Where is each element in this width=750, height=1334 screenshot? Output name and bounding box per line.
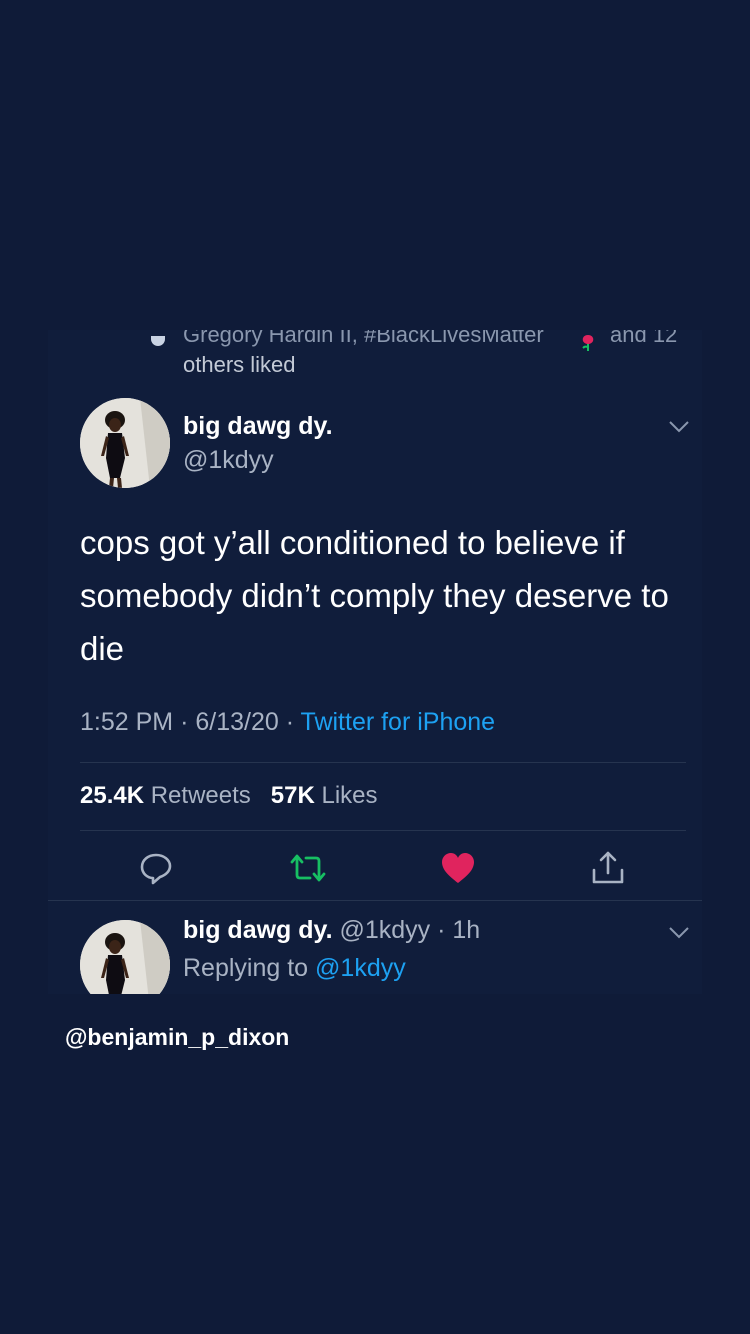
reply-icon[interactable] <box>136 848 176 888</box>
replying-to-handle[interactable]: @1kdyy <box>315 954 406 982</box>
liked-by-text: others liked <box>183 352 296 377</box>
retweets-label: Retweets <box>150 782 251 809</box>
reply-author-handle[interactable]: @1kdyy <box>340 916 431 944</box>
social-context[interactable]: Gregory Hardin II, #BlackLivesMatter and… <box>48 330 702 382</box>
reply-author-avatar[interactable] <box>80 920 170 994</box>
divider <box>80 762 686 763</box>
chevron-down-icon[interactable] <box>668 926 690 940</box>
author-handle[interactable]: @1kdyy <box>183 446 274 475</box>
retweets-count: 25.4K <box>80 782 145 809</box>
likes-count: 57K <box>270 782 315 809</box>
liked-by-cut-line: Gregory Hardin II, #BlackLivesMatter <box>183 330 544 347</box>
tweet-time: 1:52 PM <box>80 708 174 736</box>
tweet-stats: 25.4K Retweets 57K Likes <box>80 782 378 810</box>
reply-header: big dawg dy. @1kdyy · 1h <box>183 916 480 945</box>
share-icon[interactable] <box>588 848 628 888</box>
divider <box>80 830 686 831</box>
meta-dot: · <box>180 708 196 736</box>
meta-dot: · <box>430 916 453 944</box>
heart-icon[interactable] <box>438 848 478 888</box>
watermark-username: @benjamin_p_dixon <box>65 1024 290 1050</box>
author-name[interactable]: big dawg dy. <box>183 412 333 441</box>
likes-label: Likes <box>321 782 378 809</box>
tweet-date: 6/13/20 <box>195 708 279 736</box>
avatar-image <box>80 920 170 994</box>
tweet-card: Gregory Hardin II, #BlackLivesMatter and… <box>48 330 702 994</box>
replying-to: Replying to @1kdyy <box>183 954 406 983</box>
replying-to-label: Replying to <box>183 954 309 982</box>
reply-author-name[interactable]: big dawg dy. <box>183 916 333 944</box>
author-avatar[interactable] <box>80 398 170 488</box>
tweet-meta: 1:52 PM · 6/13/20 · Twitter for iPhone <box>80 708 495 737</box>
likes-stat[interactable]: 57K Likes <box>271 782 378 809</box>
meta-dot: · <box>285 708 301 736</box>
avatar-image <box>80 398 170 488</box>
retweet-icon[interactable] <box>288 848 328 888</box>
tweet-text: cops got y’all conditioned to believe if… <box>80 524 669 667</box>
retweets-stat[interactable]: 25.4K Retweets <box>80 782 251 809</box>
liked-by-cut-suffix: and 12 <box>610 330 678 347</box>
rose-emoji-icon <box>582 335 594 351</box>
tweet-source-link[interactable]: Twitter for iPhone <box>301 708 496 736</box>
reply-age: 1h <box>452 916 481 944</box>
heart-bullet-icon <box>151 336 165 346</box>
chevron-down-icon[interactable] <box>668 420 690 434</box>
divider <box>48 900 702 901</box>
